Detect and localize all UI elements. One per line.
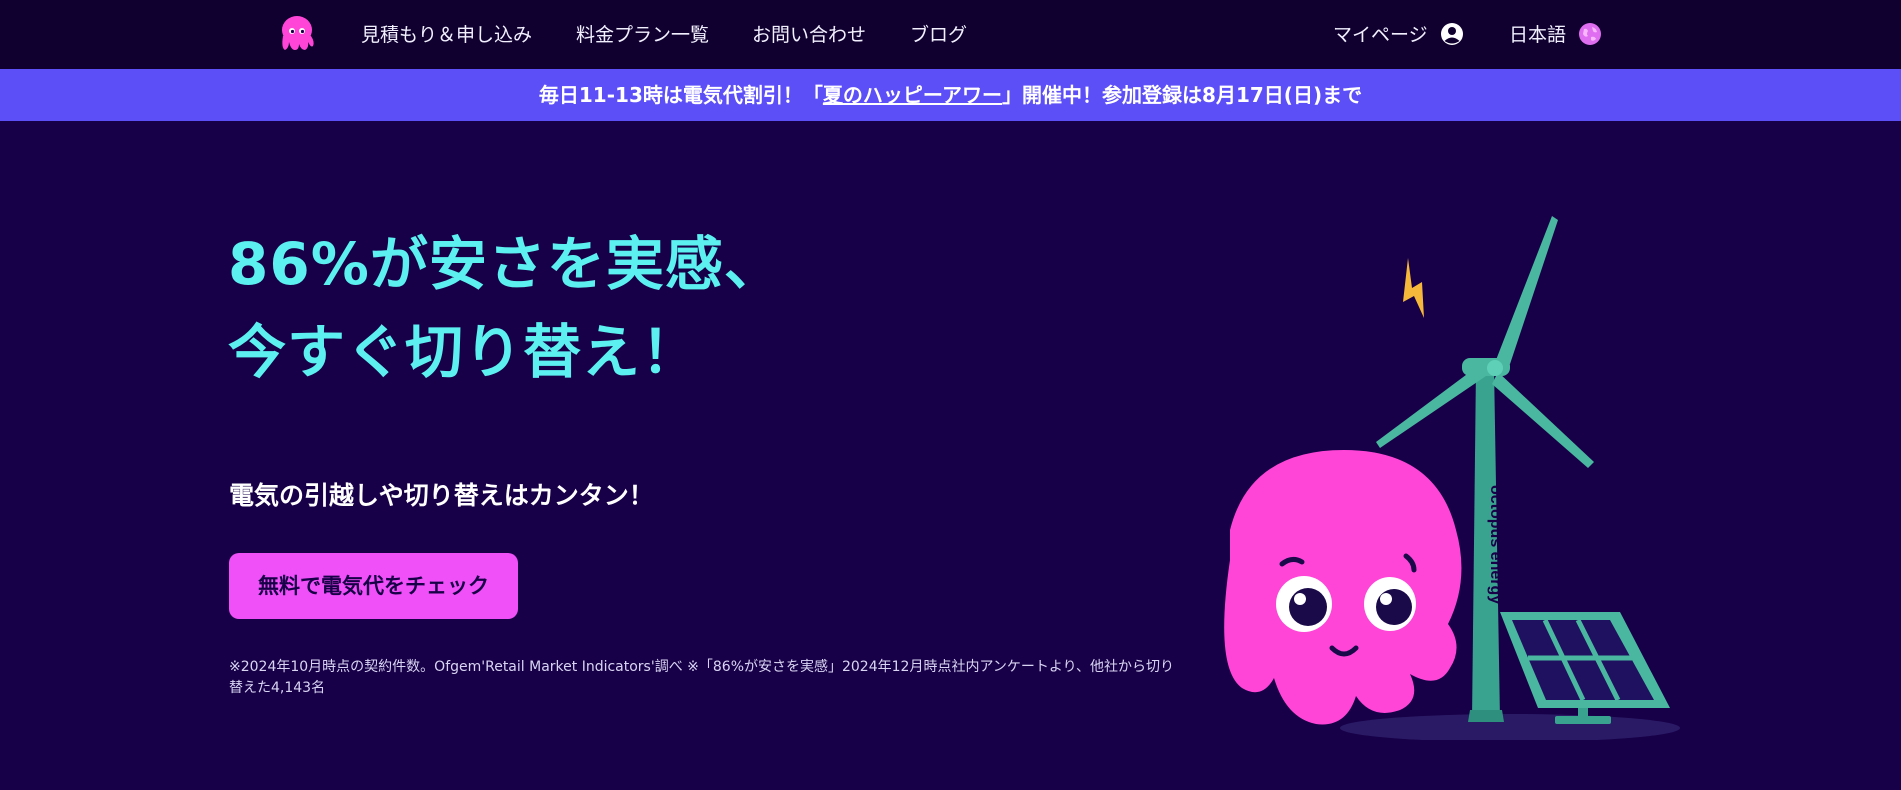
language-label: 日本語: [1509, 24, 1567, 46]
headline-line-2: 今すぐ切り替え！: [228, 318, 701, 386]
headline-line-1: 86%が安さを実感、: [228, 230, 783, 298]
solar-panel-icon: [1500, 612, 1670, 724]
globe-icon: [1579, 22, 1602, 45]
nav-link-plans[interactable]: 料金プラン一覧: [576, 20, 709, 47]
turbine-label: octopus energy: [1487, 485, 1504, 604]
lightning-icon: [1403, 258, 1424, 318]
top-nav: 見積もり＆申し込み 料金プラン一覧 お問い合わせ ブログ マイページ 日本語: [0, 0, 1901, 69]
mypage-label: マイページ: [1333, 24, 1428, 46]
hero-subtitle: 電気の引越しや切り替えはカンタン！: [229, 481, 654, 510]
banner-happy-hour-link[interactable]: 夏のハッピーアワー: [823, 83, 1002, 107]
nav-link-contact[interactable]: お問い合わせ: [752, 20, 866, 47]
check-price-button[interactable]: 無料で電気代をチェック: [229, 553, 518, 619]
language-selector[interactable]: 日本語: [1509, 20, 1602, 47]
octopus-turbine-illustration: octopus energy: [1224, 216, 1680, 740]
footnote: ※2024年10月時点の契約件数。Ofgem'Retail Market Ind…: [229, 659, 1175, 696]
banner-suffix: 」開催中！参加登録は8月17日(日)まで: [1002, 83, 1363, 107]
octopus-logo-icon[interactable]: [275, 12, 319, 56]
promo-banner: 毎日11-13時は電気代割引！「夏のハッピーアワー」開催中！参加登録は8月17日…: [0, 69, 1901, 121]
banner-prefix: 毎日11-13時は電気代割引！「: [538, 83, 823, 107]
nav-link-blog[interactable]: ブログ: [910, 20, 967, 47]
hero-headline: 86%が安さを実感、 今すぐ切り替え！: [228, 220, 783, 396]
ground-shadow: [1340, 714, 1680, 740]
user-icon: [1440, 22, 1463, 45]
nav-link-quote[interactable]: 見積もり＆申し込み: [361, 20, 532, 47]
mypage-link[interactable]: マイページ: [1333, 20, 1464, 47]
octopus-mascot-icon: [1224, 450, 1462, 725]
